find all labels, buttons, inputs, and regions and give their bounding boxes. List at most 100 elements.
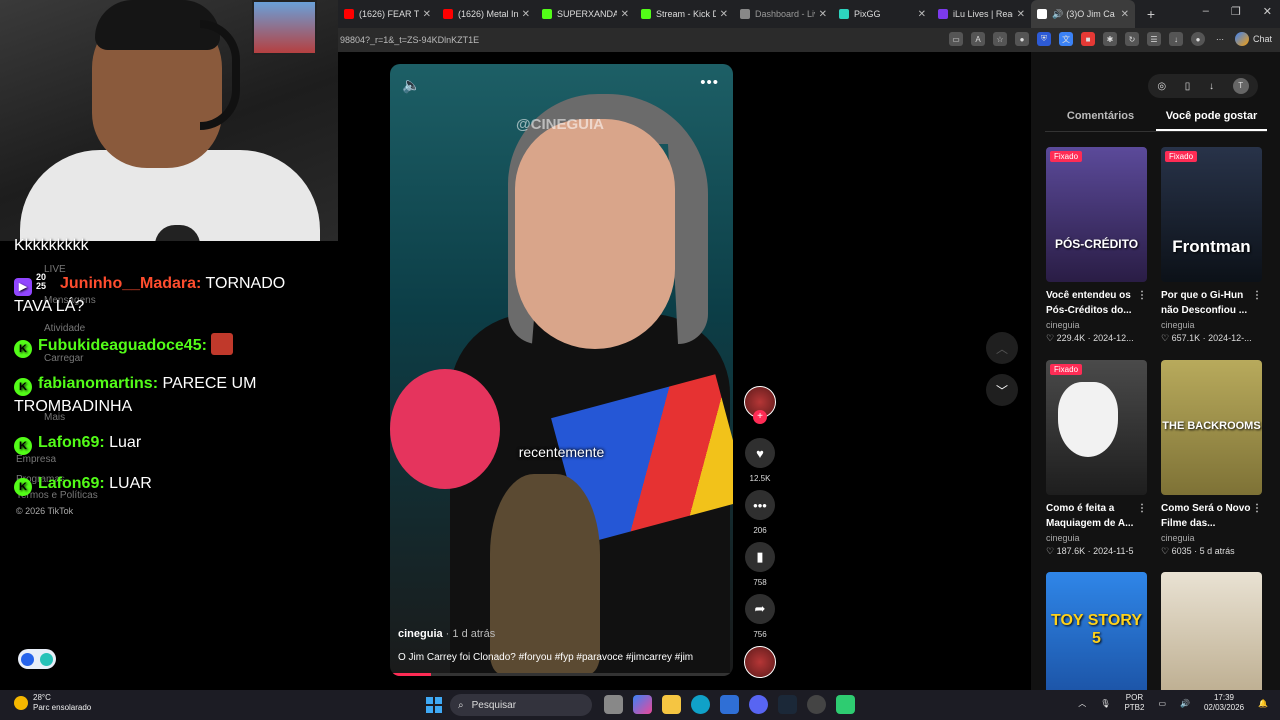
- close-icon[interactable]: ✕: [720, 9, 728, 20]
- video-thumbnail[interactable]: Fixado PÓS-CRÉDITO: [1046, 147, 1147, 282]
- card-author[interactable]: cineguia: [1046, 533, 1147, 543]
- browser-tab[interactable]: PixGG ✕: [833, 0, 932, 28]
- browser-tab[interactable]: (1626) Metal Inst ✕: [437, 0, 536, 28]
- phone-icon[interactable]: ▯: [1185, 81, 1191, 92]
- browser-tab[interactable]: Stream - Kick Da ✕: [635, 0, 734, 28]
- video-thumbnail[interactable]: [1161, 572, 1262, 690]
- pdf-icon[interactable]: ■: [1080, 32, 1095, 46]
- video-thumbnail[interactable]: TOY STORY 5: [1046, 572, 1147, 690]
- download-icon[interactable]: ↓: [1168, 32, 1183, 46]
- tab-you-may-like[interactable]: Você pode gostar: [1156, 110, 1267, 131]
- windows-start-icon[interactable]: [426, 697, 442, 713]
- video-thumbnail[interactable]: Fixado Frontman: [1161, 147, 1262, 282]
- video-thumbnail[interactable]: Fixado: [1046, 360, 1147, 495]
- browser-tab[interactable]: iLu Lives | React ✕: [932, 0, 1031, 28]
- card-author[interactable]: cineguia: [1161, 533, 1262, 543]
- chevron-up-icon[interactable]: ︿: [1078, 698, 1086, 709]
- video-card[interactable]: Fixado PÓS-CRÉDITO Você entendeu os Pós-…: [1046, 147, 1147, 344]
- more-icon[interactable]: ⋮: [1252, 288, 1262, 303]
- split-view-icon[interactable]: ▭: [948, 32, 963, 46]
- browser-tab-active[interactable]: 🔊 (3)O Jim Ca ✕: [1031, 0, 1135, 28]
- video-player[interactable]: @CINEGUIA 🔈 ••• recentemente cineguia · …: [390, 64, 733, 676]
- collections-icon[interactable]: ☰: [1146, 32, 1161, 46]
- translator-icon[interactable]: 文: [1058, 32, 1073, 46]
- app-icon[interactable]: [836, 695, 855, 714]
- close-icon[interactable]: ✕: [621, 9, 629, 20]
- weather-widget[interactable]: 28°C Parc ensolarado: [14, 693, 91, 713]
- file-explorer-icon[interactable]: [662, 695, 681, 714]
- video-progress-bar[interactable]: [390, 673, 733, 676]
- video-card[interactable]: Fixado Frontman Por que o Gi-Hun não Des…: [1161, 147, 1262, 344]
- edge-icon[interactable]: [691, 695, 710, 714]
- floating-widget-button[interactable]: [18, 649, 56, 669]
- translate-icon[interactable]: A: [970, 32, 985, 46]
- comment-icon[interactable]: •••: [745, 490, 775, 520]
- close-icon[interactable]: ✕: [423, 9, 431, 20]
- more-icon[interactable]: ⋮: [1137, 501, 1147, 516]
- discord-icon[interactable]: [749, 695, 768, 714]
- notification-icon[interactable]: 🔔: [1258, 699, 1268, 708]
- close-icon[interactable]: ✕: [1121, 9, 1129, 20]
- speaker-icon[interactable]: 🔊: [1052, 9, 1063, 20]
- obs-icon[interactable]: [807, 695, 826, 714]
- url-field[interactable]: 98804?_r=1&_t=ZS-94KDlnKZT1E: [340, 35, 479, 45]
- browser-tab[interactable]: Dashboard - Live ✕: [734, 0, 833, 28]
- heart-icon[interactable]: ♥: [745, 438, 775, 468]
- language-indicator[interactable]: POR PTB2: [1124, 693, 1144, 713]
- close-icon[interactable]: ✕: [819, 9, 827, 20]
- like-action[interactable]: ♥ 12.5K: [743, 438, 777, 483]
- close-icon[interactable]: ✕: [522, 9, 530, 20]
- video-card[interactable]: THE BACKROOMS Como Será o Novo Filme das…: [1161, 360, 1262, 557]
- download-icon[interactable]: ↓: [1209, 81, 1214, 92]
- network-icon[interactable]: ▭: [1158, 699, 1166, 708]
- video-author[interactable]: cineguia: [398, 628, 443, 640]
- volume-icon[interactable]: 🔊: [1180, 699, 1190, 708]
- close-icon[interactable]: ✕: [918, 9, 926, 20]
- close-window-button[interactable]: ✕: [1263, 5, 1272, 18]
- extension-icon[interactable]: ●: [1014, 32, 1029, 46]
- puzzle-icon[interactable]: ✱: [1102, 32, 1117, 46]
- card-author[interactable]: cineguia: [1161, 320, 1262, 330]
- maximize-button[interactable]: ❐: [1231, 5, 1241, 18]
- user-avatar[interactable]: T: [1232, 78, 1249, 94]
- more-icon[interactable]: ⋯: [1213, 32, 1227, 46]
- share-icon[interactable]: ➦: [745, 594, 775, 624]
- comment-action[interactable]: ••• 206: [743, 490, 777, 535]
- steam-icon[interactable]: [778, 695, 797, 714]
- volume-icon[interactable]: 🔈: [402, 76, 421, 94]
- new-tab-button[interactable]: +: [1141, 6, 1161, 22]
- sound-disc-action[interactable]: [743, 646, 777, 678]
- minimize-button[interactable]: –: [1203, 5, 1209, 18]
- more-icon[interactable]: ⋮: [1252, 501, 1262, 516]
- copilot-app-icon[interactable]: [633, 695, 652, 714]
- video-card[interactable]: Fixado Como é feita a Maquiagem de A... ⋮…: [1046, 360, 1147, 557]
- creator-avatar-action[interactable]: +: [743, 386, 777, 424]
- refresh-icon[interactable]: ↻: [1124, 32, 1139, 46]
- video-card[interactable]: [1161, 572, 1262, 690]
- browser-tab[interactable]: SUPERXANDAO S ✕: [536, 0, 635, 28]
- browser-tab[interactable]: (1626) FEAR THE ✕: [338, 0, 437, 28]
- microphone-icon[interactable]: 🎙: [1100, 699, 1110, 708]
- save-action[interactable]: ▮ 758: [743, 542, 777, 587]
- video-thumbnail[interactable]: THE BACKROOMS: [1161, 360, 1262, 495]
- card-author[interactable]: cineguia: [1046, 320, 1147, 330]
- share-action[interactable]: ➦ 756: [743, 594, 777, 639]
- close-icon[interactable]: ✕: [1017, 9, 1025, 20]
- more-options-icon[interactable]: •••: [700, 74, 719, 91]
- favorite-icon[interactable]: ☆: [992, 32, 1007, 46]
- copilot-chat-button[interactable]: Chat: [1234, 32, 1272, 46]
- next-video-button[interactable]: ﹀: [986, 374, 1018, 406]
- task-view-icon[interactable]: [604, 695, 623, 714]
- shield-icon[interactable]: ⛨: [1036, 32, 1051, 46]
- compass-icon[interactable]: ◎: [1157, 81, 1166, 92]
- music-disc-icon[interactable]: [744, 646, 776, 678]
- more-icon[interactable]: ⋮: [1137, 288, 1147, 303]
- profile-icon[interactable]: ●: [1190, 32, 1205, 46]
- taskbar-search[interactable]: ⌕ Pesquisar: [450, 694, 592, 716]
- tab-comments[interactable]: Comentários: [1045, 110, 1156, 131]
- follow-plus-icon[interactable]: +: [753, 410, 767, 424]
- bookmark-icon[interactable]: ▮: [745, 542, 775, 572]
- photos-icon[interactable]: [720, 695, 739, 714]
- video-card[interactable]: TOY STORY 5: [1046, 572, 1147, 690]
- previous-video-button[interactable]: ︿: [986, 332, 1018, 364]
